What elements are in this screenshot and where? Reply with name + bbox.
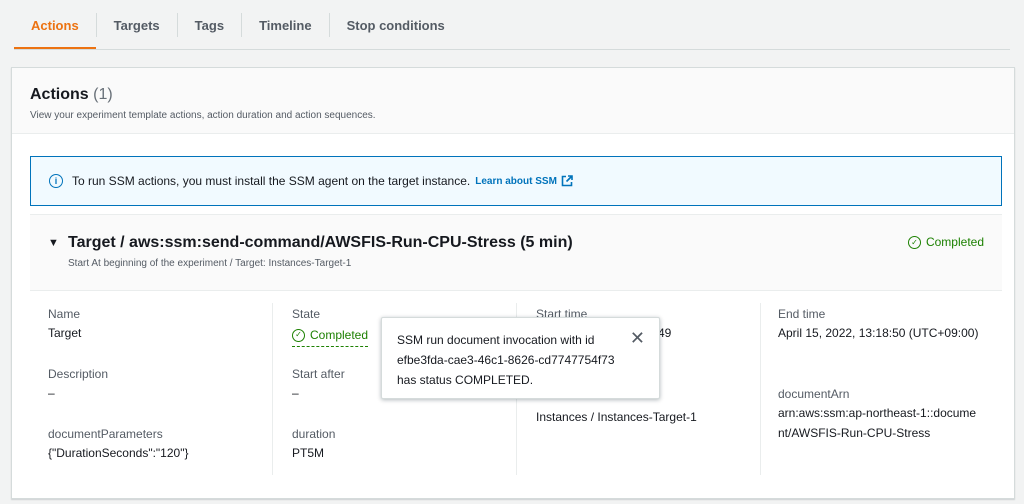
external-link-icon[interactable] xyxy=(561,175,573,187)
state-value: Completed xyxy=(310,328,369,342)
tabs-divider xyxy=(14,49,1010,50)
field-label: Description xyxy=(48,367,109,381)
tab-bar: Actions Targets Tags Timeline Stop condi… xyxy=(0,0,1024,50)
field-label: Name xyxy=(48,307,81,321)
info-alert: i To run SSM actions, you must install t… xyxy=(30,156,1002,206)
close-icon[interactable]: ✕ xyxy=(630,328,645,348)
column-divider xyxy=(272,303,273,475)
tab-timeline[interactable]: Timeline xyxy=(242,0,329,50)
alert-text: To run SSM actions, you must install the… xyxy=(72,174,471,188)
field-targets: Instances / Instances-Target-1 xyxy=(536,407,697,427)
panel-header: Actions (1) View your experiment templat… xyxy=(12,68,1014,134)
tab-stop-conditions[interactable]: Stop conditions xyxy=(330,0,462,50)
popover-text: SSM run document invocation with id efbe… xyxy=(397,333,615,387)
field-value: PT5M xyxy=(292,446,325,460)
field-value: arn:aws:ssm:ap-northeast-1::document/AWS… xyxy=(778,406,977,440)
field-value: April 15, 2022, 13:18:50 (UTC+09:00) xyxy=(778,326,979,340)
field-label: Start after xyxy=(292,367,345,381)
panel-title: Actions (1) xyxy=(30,86,113,104)
panel-description: View your experiment template actions, a… xyxy=(30,110,376,121)
status-popover: SSM run document invocation with id efbe… xyxy=(381,317,660,399)
field-label: End time xyxy=(778,307,826,321)
field-label: documentParameters xyxy=(48,427,163,441)
field-value: Target xyxy=(48,326,82,340)
panel-count: (1) xyxy=(93,86,113,103)
learn-about-ssm-link[interactable]: Learn about SSM xyxy=(475,176,557,187)
field-value: – xyxy=(48,386,55,400)
actions-panel: Actions (1) View your experiment templat… xyxy=(11,67,1015,499)
tab-actions[interactable]: Actions xyxy=(14,0,96,50)
field-document-parameters: documentParameters {"DurationSeconds":"1… xyxy=(48,427,188,463)
tab-targets[interactable]: Targets xyxy=(97,0,177,50)
check-circle-icon: ✓ xyxy=(292,328,305,342)
field-end-time: End time April 15, 2022, 13:18:50 (UTC+0… xyxy=(778,307,988,343)
action-subtitle: Start At beginning of the experiment / T… xyxy=(68,258,352,269)
info-icon: i xyxy=(49,174,63,188)
field-value: – xyxy=(292,386,299,400)
column-divider xyxy=(760,303,761,475)
action-card-header[interactable]: ▼ Target / aws:ssm:send-command/AWSFIS-R… xyxy=(30,215,1002,291)
tab-tags[interactable]: Tags xyxy=(178,0,241,50)
field-description: Description – xyxy=(48,367,108,403)
field-state: State ✓ Completed xyxy=(292,307,369,347)
action-title: Target / aws:ssm:send-command/AWSFIS-Run… xyxy=(68,234,573,251)
caret-down-icon[interactable]: ▼ xyxy=(48,237,59,249)
field-name: Name Target xyxy=(48,307,81,343)
field-value: {"DurationSeconds":"120"} xyxy=(48,446,189,460)
field-label: duration xyxy=(292,427,336,441)
field-label: State xyxy=(292,307,321,321)
action-status-text: Completed xyxy=(925,235,984,249)
state-completed-trigger[interactable]: ✓ Completed xyxy=(292,325,369,347)
check-circle-icon: ✓ xyxy=(907,235,921,249)
action-status-badge: ✓ Completed xyxy=(907,235,984,249)
field-duration: duration PT5M xyxy=(292,427,335,463)
field-start-after: Start after – xyxy=(292,367,345,403)
field-label: documentArn xyxy=(778,387,850,401)
field-document-arn: documentArn arn:aws:ssm:ap-northeast-1::… xyxy=(778,387,978,443)
panel-title-text: Actions xyxy=(30,86,89,103)
field-value: Instances / Instances-Target-1 xyxy=(536,410,697,424)
